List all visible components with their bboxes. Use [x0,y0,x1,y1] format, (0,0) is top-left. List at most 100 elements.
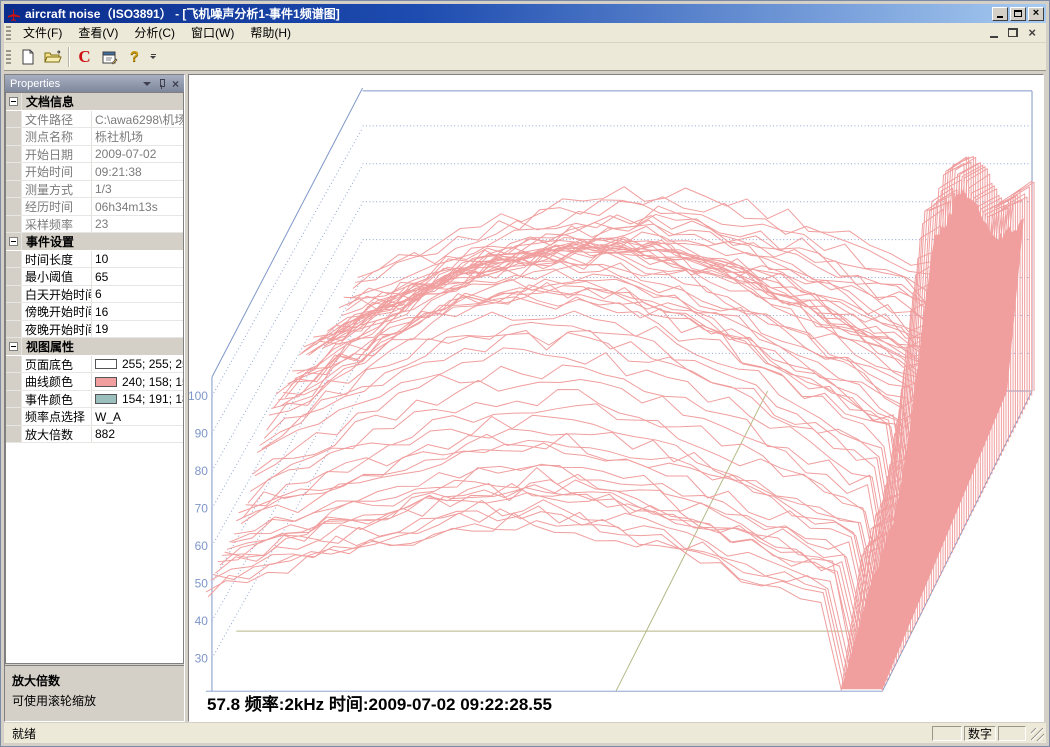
mdi-minimize-icon[interactable] [990,36,998,38]
new-document-button[interactable] [15,45,40,69]
property-value[interactable]: 154; 191; 188 [92,391,183,408]
property-value[interactable]: 1/3 [92,181,183,198]
collapse-icon[interactable] [9,97,18,106]
collapse-icon[interactable] [9,237,18,246]
new-document-icon [20,49,36,65]
menu-item[interactable]: 分析(C) [126,22,183,43]
status-cell-num: 数字 [964,726,996,741]
db-axis-tick: 60 [195,539,209,553]
color-swatch [95,377,117,387]
toolbar-overflow-button[interactable] [147,46,159,68]
property-section-header[interactable]: 事件设置 [6,233,183,251]
menu-item[interactable]: 查看(V) [70,22,126,43]
property-row: 曲线颜色240; 158; 158 [6,373,183,391]
color-swatch [95,359,117,369]
property-value[interactable]: 255; 255; 255 [92,356,183,373]
waterfall-slice [222,480,898,659]
property-row: 测量方式1/3 [6,181,183,199]
title-bar[interactable]: aircraft noise（ISO3891） - [飞机噪声分析1-事件1频谱… [4,4,1046,23]
db-axis-tick: 70 [195,501,209,515]
property-value[interactable]: 09:21:38 [92,163,183,180]
collapse-icon[interactable] [9,342,18,351]
db-axis-tick: 50 [195,576,209,590]
help-button[interactable]: ? [122,45,147,69]
property-label: 频率点选择 [22,408,92,425]
properties-panel-header[interactable]: Properties × [5,75,184,92]
waterfall-slice [271,203,947,562]
property-value[interactable]: 6 [92,286,183,303]
analyze-c-button[interactable]: C [72,45,97,69]
property-value[interactable]: 19 [92,321,183,338]
resize-grip[interactable] [1031,728,1044,741]
waterfall-slice [255,300,931,594]
property-label: 最小阈值 [22,268,92,285]
property-label: 页面底色 [22,356,92,373]
menu-item[interactable]: 窗口(W) [183,22,242,43]
property-row: 开始时间09:21:38 [6,163,183,181]
mdi-client-area: Properties × 文档信息文件路径C:\awa6298\机场测点名称栎社… [4,72,1046,722]
waterfall-chart-area[interactable]: 10090807060504030 57.8 频率:2kHz 时间:2009-0… [188,74,1044,722]
db-axis-tick: 30 [195,651,209,665]
waterfall-3d-plot[interactable]: 10090807060504030 [189,75,1043,721]
mdi-restore-icon[interactable] [1008,28,1018,37]
property-label: 放大倍数 [22,426,92,443]
minimize-button[interactable] [992,7,1008,21]
menu-item[interactable]: 文件(F) [15,22,70,43]
property-label: 傍晚开始时间 [22,303,92,320]
property-value[interactable]: C:\awa6298\机场 [92,111,183,128]
property-row: 开始日期2009-07-02 [6,146,183,164]
property-row: 采样频率23 [6,216,183,234]
property-value[interactable]: 882 [92,426,183,443]
properties-button[interactable] [97,45,122,69]
maximize-icon [1014,10,1022,17]
maximize-button[interactable] [1010,7,1026,21]
section-title: 视图属性 [22,338,74,355]
property-label: 采样频率 [22,216,92,233]
property-value[interactable]: 240; 158; 158 [92,373,183,390]
menu-bar: 文件(F)查看(V)分析(C)窗口(W)帮助(H) × [4,23,1046,43]
properties-panel-title: Properties [10,78,60,90]
property-row: 放大倍数882 [6,426,183,444]
toolbar-grip-handle[interactable] [6,50,11,64]
property-value[interactable]: W_A [92,408,183,425]
property-value[interactable]: 65 [92,268,183,285]
property-label: 文件路径 [22,111,92,128]
db-axis-tick: 100 [189,389,208,403]
property-label: 开始时间 [22,163,92,180]
property-row: 白天开始时间6 [6,286,183,304]
panel-close-icon[interactable]: × [172,79,179,89]
property-value[interactable]: 23 [92,216,183,233]
property-label: 事件颜色 [22,391,92,408]
property-section-header[interactable]: 文档信息 [6,93,183,111]
toolbar-separator [68,47,69,67]
db-axis-tick: 80 [195,464,209,478]
property-label: 夜晚开始时间 [22,321,92,338]
open-file-button[interactable] [40,45,65,69]
window-title: aircraft noise（ISO3891） - [飞机噪声分析1-事件1频谱… [25,5,340,22]
menu-grip-handle[interactable] [6,26,11,40]
panel-pin-icon[interactable] [158,79,165,89]
property-row: 傍晚开始时间16 [6,303,183,321]
property-section-header[interactable]: 视图属性 [6,338,183,356]
toolbar-overflow-icon [151,54,156,55]
property-row: 时间长度10 [6,251,183,269]
property-value[interactable]: 2009-07-02 [92,146,183,163]
waterfall-slice [246,380,922,613]
section-title: 文档信息 [22,93,74,110]
status-bar: 就绪 数字 [4,723,1046,743]
menu-item[interactable]: 帮助(H) [242,22,299,43]
section-title: 事件设置 [22,233,74,250]
panel-dropdown-icon[interactable] [143,82,151,86]
cursor-readout: 57.8 频率:2kHz 时间:2009-07-02 09:22:28.55 [207,690,552,715]
help-icon: ? [130,48,139,65]
close-button[interactable]: × [1028,7,1044,21]
property-value[interactable]: 06h34m13s [92,198,183,215]
property-label: 时间长度 [22,251,92,268]
waterfall-slice [218,488,894,669]
property-value[interactable]: 栎社机场 [92,128,183,145]
property-value[interactable]: 10 [92,251,183,268]
mdi-close-icon[interactable]: × [1028,28,1036,37]
status-cell-2 [998,726,1026,741]
property-value[interactable]: 16 [92,303,183,320]
property-description-title: 放大倍数 [12,672,177,689]
